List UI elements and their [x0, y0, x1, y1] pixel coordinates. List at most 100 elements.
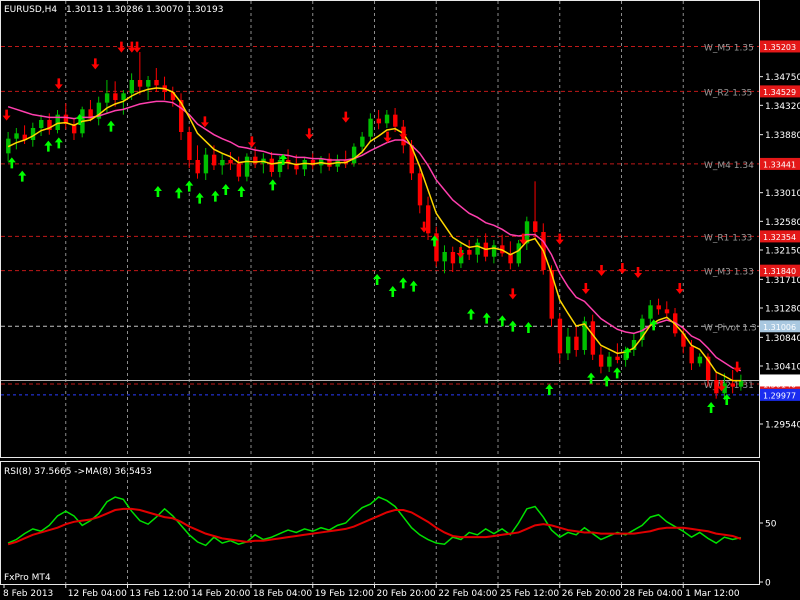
candle-body: [615, 356, 620, 360]
time-tick-label: 22 Feb 04:00: [438, 589, 497, 599]
buy-arrow-icon: [44, 140, 53, 152]
sell-arrow-icon: [133, 41, 142, 53]
candle-body: [368, 118, 373, 137]
rsi-title: RSI(8) 37.5665 ->MA(8) 36.5453: [4, 467, 152, 477]
candle-body: [607, 356, 612, 367]
level-price-tag-label: 1.35203: [763, 43, 796, 52]
ema-fast-line: [7, 87, 741, 382]
candle-body: [664, 309, 670, 314]
candle-body: [277, 160, 283, 172]
price-tick-label: 1.30410: [765, 363, 800, 373]
buy-arrow-icon: [174, 187, 183, 199]
candle-body: [121, 93, 126, 100]
sell-arrow-icon: [456, 247, 465, 258]
candle-body: [450, 252, 456, 264]
candle-body: [203, 154, 209, 174]
moving-averages: [7, 87, 742, 382]
candle-body: [565, 336, 571, 354]
time-tick-label: 14 Feb 20:00: [191, 589, 250, 599]
buy-arrow-icon: [18, 170, 27, 182]
buy-arrow-icon: [613, 367, 622, 379]
time-axis: 8 Feb 2013 12 Feb 04:00 13 Feb 12:00 14 Feb…: [3, 584, 740, 599]
buy-arrow-icon: [707, 402, 716, 413]
price-tick-label: 1.33880: [765, 131, 800, 141]
ohlc-readout: 1.30113 1.30286 1.30070 1.30193: [66, 5, 223, 15]
buy-arrow-icon: [7, 157, 16, 169]
candle-body: [351, 146, 357, 164]
sell-arrow-icon: [91, 58, 100, 70]
price-tick-label: 1.31710: [765, 276, 800, 286]
candle-body: [491, 245, 497, 257]
buy-arrow-icon: [587, 372, 596, 384]
buy-arrow-icon: [409, 280, 418, 292]
candle-body: [137, 80, 143, 87]
candle-body: [467, 250, 472, 255]
candle-body: [302, 160, 307, 170]
symbol-label: EURUSD,H4: [4, 5, 57, 15]
price-panel-border: [0, 0, 760, 458]
level-price-tag-label: 1.33441: [763, 160, 796, 169]
chart-canvas: W_M5 1.35 W_R2 1.35 W_M4 1.34 W_R1 1.33 W_M3…: [0, 0, 800, 599]
time-tick-label: 12 Feb 04:00: [68, 589, 127, 599]
price-tick-label: 1.30840: [765, 334, 800, 344]
time-tick-label: 1 Mar 12:00: [685, 589, 740, 599]
candle-body: [113, 93, 118, 100]
sell-arrow-icon: [341, 111, 350, 123]
sell-arrow-icon: [675, 283, 684, 294]
buy-arrow-icon: [153, 186, 162, 197]
level-name: W_M4 1.34: [704, 161, 754, 171]
candle-body: [516, 243, 521, 264]
sell-arrow-icon: [555, 233, 564, 245]
price-tick-label: 1.31280: [765, 305, 800, 315]
candle-body: [228, 160, 233, 164]
price-tick-label: 1.34320: [765, 102, 800, 112]
time-tick-label: 25 Feb 12:00: [500, 589, 559, 599]
candle-body: [220, 160, 225, 166]
rsi-ma-line: [7, 507, 742, 546]
level-name: W_M3 1.33: [704, 268, 754, 278]
buy-arrow-icon: [54, 137, 63, 149]
candle-body: [39, 120, 44, 128]
candle-body: [475, 242, 480, 255]
price-tick-label: 1.29540: [765, 421, 800, 431]
blue-price-tag-label: 1.29977: [763, 391, 796, 400]
candle-body: [269, 158, 274, 172]
price-tick-label: 1.33010: [765, 189, 800, 199]
buy-arrow-icon: [388, 286, 397, 297]
candle-body: [129, 80, 135, 94]
candle-body: [104, 93, 110, 103]
sell-arrow-icon: [200, 116, 209, 128]
sell-arrow-icon: [634, 267, 643, 278]
buy-arrow-icon: [482, 312, 491, 324]
candle-body: [211, 154, 217, 166]
candle-body: [146, 80, 151, 87]
level-price-tag-label: 1.31006: [763, 323, 796, 332]
candle-body: [393, 114, 398, 127]
watermark: FxPro MT4: [4, 573, 51, 583]
candle-body: [574, 336, 579, 350]
time-tick-label: 13 Feb 12:00: [130, 589, 189, 599]
candle-body: [417, 173, 423, 206]
candle-body: [598, 354, 604, 367]
candle-body: [738, 380, 744, 387]
time-tick-label: 20 Feb 20:00: [377, 589, 436, 599]
price-tick-label: 1.34750: [765, 73, 800, 83]
level-name: W_R1 1.33: [704, 233, 752, 243]
buy-arrow-icon: [195, 192, 204, 204]
buy-arrow-icon: [399, 277, 408, 289]
candle-body: [533, 221, 538, 232]
current-price-tag-label: 1.30193: [763, 377, 796, 386]
level-name: W_R2 1.35: [704, 88, 752, 98]
candle-body: [656, 305, 661, 310]
candle-body: [384, 114, 390, 124]
candle-body: [195, 160, 200, 174]
sell-arrow-icon: [117, 41, 126, 53]
buy-arrow-icon: [268, 179, 277, 191]
rsi-tick-label: 50: [765, 520, 777, 530]
candle-body: [154, 80, 159, 86]
buy-arrow-icon: [106, 120, 115, 132]
sell-arrow-icon: [127, 41, 136, 53]
time-tick-label: 19 Feb 12:00: [315, 589, 374, 599]
candle-body: [187, 132, 192, 160]
time-tick-label: 18 Feb 04:00: [253, 589, 312, 599]
